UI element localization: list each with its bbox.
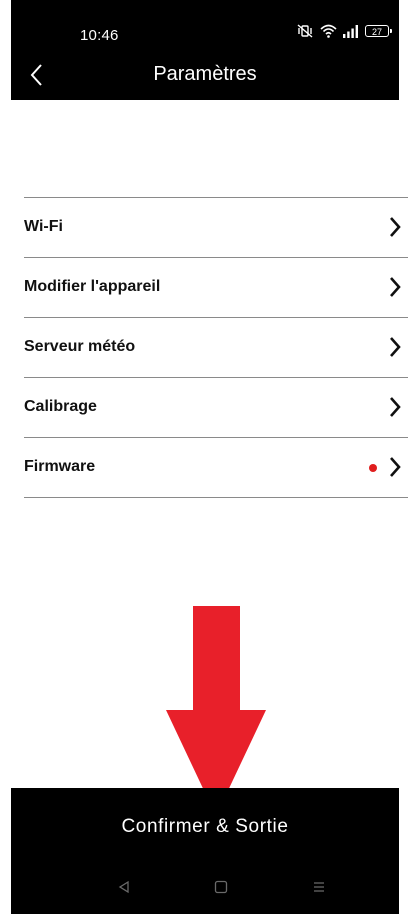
settings-item-firmware[interactable]: Firmware <box>24 438 408 498</box>
menu-lines-icon <box>312 880 326 899</box>
settings-list: Wi-Fi Modifier l'appareil Serveur météo … <box>24 197 408 498</box>
signal-icon <box>343 24 359 38</box>
status-icons: 27 <box>296 24 392 38</box>
chevron-right-icon <box>388 276 402 298</box>
nav-home-button[interactable] <box>206 874 236 904</box>
settings-item-label: Wi-Fi <box>24 218 63 235</box>
settings-item-wifi[interactable]: Wi-Fi <box>24 198 408 258</box>
chevron-right-icon <box>388 396 402 418</box>
bottom-bar: Confirmer & Sortie <box>11 788 399 914</box>
chevron-right-icon <box>388 456 402 478</box>
annotation-arrow-down-icon <box>166 606 266 816</box>
battery-icon: 27 <box>365 25 392 37</box>
confirm-exit-button[interactable]: Confirmer & Sortie <box>11 816 399 838</box>
wifi-icon <box>320 24 337 38</box>
app-header: 10:46 27 Paramètres <box>11 0 399 100</box>
settings-item-modify-device[interactable]: Modifier l'appareil <box>24 258 408 318</box>
nav-back-button[interactable] <box>109 874 139 904</box>
settings-item-label: Firmware <box>24 458 96 475</box>
settings-item-label: Calibrage <box>24 398 97 415</box>
settings-item-calibration[interactable]: Calibrage <box>24 378 408 438</box>
chevron-right-icon <box>388 216 402 238</box>
nav-menu-button[interactable] <box>304 874 334 904</box>
chevron-right-icon <box>388 336 402 358</box>
square-home-icon <box>214 880 228 899</box>
page-title: Paramètres <box>153 63 257 85</box>
settings-item-weather-server[interactable]: Serveur météo <box>24 318 408 378</box>
status-time: 10:46 <box>80 27 119 44</box>
settings-item-label: Modifier l'appareil <box>24 278 161 295</box>
mute-vibrate-icon <box>296 24 314 38</box>
triangle-back-icon <box>117 880 131 899</box>
settings-item-label: Serveur météo <box>24 338 136 355</box>
update-available-badge <box>369 464 377 472</box>
system-navigation-bar <box>11 874 399 904</box>
